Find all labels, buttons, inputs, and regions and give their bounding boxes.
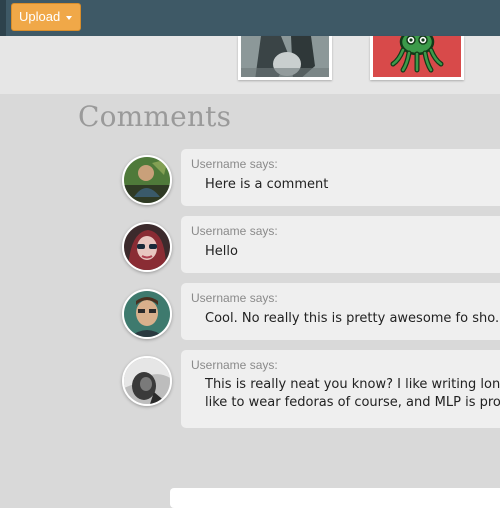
- avatar[interactable]: [122, 356, 172, 406]
- comment-text: Cool. No really this is pretty awesome f…: [205, 311, 500, 326]
- comment-item: Username says: This is really neat you k…: [122, 350, 500, 428]
- comment-text-line-1: This is really neat you know? I like wri…: [205, 377, 500, 392]
- comments-heading: Comments: [78, 100, 232, 133]
- avatar-image: [124, 291, 170, 337]
- comment-text: Here is a comment: [205, 177, 329, 192]
- comment-bubble: Username says: This is really neat you k…: [181, 350, 500, 428]
- comment-text: Hello: [205, 244, 238, 259]
- comment-item: Username says: Here is a comment: [122, 149, 500, 209]
- photo-image: [241, 36, 329, 77]
- comment-author: Username says:: [191, 358, 278, 372]
- top-bar-edge: [0, 0, 6, 36]
- avatar[interactable]: [122, 222, 172, 272]
- comment-bubble: Username says: Here is a comment: [181, 149, 500, 206]
- upload-button-label: Upload: [19, 9, 61, 24]
- comment-item: Username says: Hello: [122, 216, 500, 276]
- octopus-icon: [373, 36, 461, 77]
- comment-input-box[interactable]: [170, 488, 500, 508]
- thumbnail-octopus[interactable]: [370, 36, 464, 80]
- caret-down-icon: [66, 16, 72, 20]
- avatar-image: [124, 157, 170, 203]
- avatar-image: [124, 358, 170, 404]
- upload-button[interactable]: Upload: [11, 3, 81, 31]
- comment-item: Username says: Cool. No really this is p…: [122, 283, 500, 343]
- comment-text-line-2: like to wear fedoras of course, and MLP …: [205, 395, 500, 410]
- avatar[interactable]: [122, 155, 172, 205]
- comment-author: Username says:: [191, 157, 278, 171]
- top-bar: Upload: [0, 0, 500, 36]
- avatar-image: [124, 224, 170, 270]
- comment-author: Username says:: [191, 291, 278, 305]
- comment-author: Username says:: [191, 224, 278, 238]
- avatar[interactable]: [122, 289, 172, 339]
- thumbnail-photo[interactable]: [238, 36, 332, 80]
- comment-bubble: Username says: Cool. No really this is p…: [181, 283, 500, 340]
- comment-bubble: Username says: Hello: [181, 216, 500, 273]
